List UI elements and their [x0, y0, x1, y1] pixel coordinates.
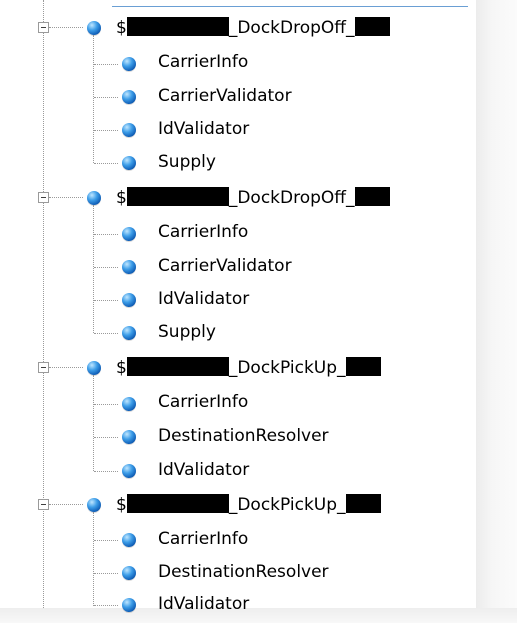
group-suffix: _DockDropOff_	[228, 188, 355, 208]
blue-sphere-icon	[122, 397, 136, 411]
tree-connector	[49, 197, 83, 198]
group-label[interactable]: $ _DockPickUp_	[116, 494, 381, 515]
tree-connector	[94, 437, 118, 438]
tree-child-line	[93, 205, 94, 333]
redaction	[354, 17, 390, 36]
group-label[interactable]: $ _DockDropOff_	[116, 17, 390, 38]
blue-sphere-icon	[122, 464, 136, 478]
tree-item-label[interactable]: IdValidator	[158, 594, 249, 614]
blue-sphere-icon	[122, 326, 136, 340]
group-prefix: $	[116, 358, 127, 378]
tree-item-label[interactable]: IdValidator	[158, 460, 249, 480]
tree-connector	[94, 300, 118, 301]
tree-connector	[94, 471, 118, 472]
blue-sphere-icon	[122, 598, 136, 612]
tree-connector	[94, 404, 118, 405]
tree-child-line	[93, 512, 94, 606]
blue-sphere-icon	[122, 90, 136, 104]
redaction	[126, 357, 229, 376]
tree-connector	[94, 163, 118, 164]
group-suffix: _DockPickUp_	[228, 358, 346, 378]
minus-box-icon[interactable]	[38, 499, 49, 510]
redaction	[345, 357, 381, 376]
blue-sphere-icon	[122, 227, 136, 241]
redaction	[126, 187, 229, 206]
blue-sphere-icon	[122, 57, 136, 71]
tree-item-label[interactable]: IdValidator	[158, 289, 249, 309]
tree-child-line	[93, 35, 94, 163]
blue-sphere-icon	[87, 21, 101, 35]
blue-sphere-icon	[122, 156, 136, 170]
minus-box-icon[interactable]	[38, 362, 49, 373]
group-suffix: _DockDropOff_	[228, 18, 355, 38]
tree-item-label[interactable]: Supply	[158, 322, 216, 342]
redaction	[126, 494, 229, 513]
group-label[interactable]: $ _DockPickUp_	[116, 357, 381, 378]
blue-sphere-icon	[87, 361, 101, 375]
blue-sphere-icon	[122, 123, 136, 137]
blue-sphere-icon	[122, 260, 136, 274]
redaction	[354, 187, 390, 206]
tree-connector	[94, 573, 118, 574]
group-prefix: $	[116, 18, 127, 38]
tree-view[interactable]: $ _DockDropOff_ CarrierInfo CarrierValida…	[0, 0, 476, 614]
blue-sphere-icon	[122, 430, 136, 444]
tree-item-label[interactable]: CarrierInfo	[158, 52, 248, 72]
scroll-shadow-right	[476, 0, 517, 623]
tree-connector	[49, 504, 83, 505]
tree-item-label[interactable]: DestinationResolver	[158, 426, 329, 446]
group-label[interactable]: $ _DockDropOff_	[116, 187, 390, 208]
blue-sphere-icon	[122, 566, 136, 580]
tree-item-label[interactable]: IdValidator	[158, 119, 249, 139]
tree-item-label[interactable]: Supply	[158, 152, 216, 172]
group-prefix: $	[116, 495, 127, 515]
blue-sphere-icon	[122, 533, 136, 547]
group-prefix: $	[116, 188, 127, 208]
redaction	[126, 17, 229, 36]
tree-connector	[94, 267, 118, 268]
scroll-shadow-bottom	[0, 608, 517, 623]
tree-connector	[94, 97, 118, 98]
tree-connector	[94, 333, 118, 334]
tree-root-line	[43, 0, 44, 608]
minus-box-icon[interactable]	[38, 192, 49, 203]
tree-item-label[interactable]: CarrierValidator	[158, 256, 292, 276]
tree-connector	[94, 64, 118, 65]
blue-sphere-icon	[87, 191, 101, 205]
blue-sphere-icon	[122, 293, 136, 307]
tree-connector	[94, 130, 118, 131]
tree-item-label[interactable]: CarrierInfo	[158, 222, 248, 242]
blue-sphere-icon	[87, 498, 101, 512]
tree-connector	[94, 605, 118, 606]
tree-item-label[interactable]: CarrierInfo	[158, 392, 248, 412]
tree-item-label[interactable]: CarrierInfo	[158, 529, 248, 549]
group-suffix: _DockPickUp_	[228, 495, 346, 515]
tree-child-line	[93, 375, 94, 471]
tree-item-label[interactable]: DestinationResolver	[158, 562, 329, 582]
tree-connector	[94, 540, 118, 541]
minus-box-icon[interactable]	[38, 22, 49, 33]
tree-connector	[49, 27, 83, 28]
redaction	[345, 494, 381, 513]
tree-item-label[interactable]: CarrierValidator	[158, 86, 292, 106]
tree-connector	[49, 367, 83, 368]
tree-connector	[94, 234, 118, 235]
